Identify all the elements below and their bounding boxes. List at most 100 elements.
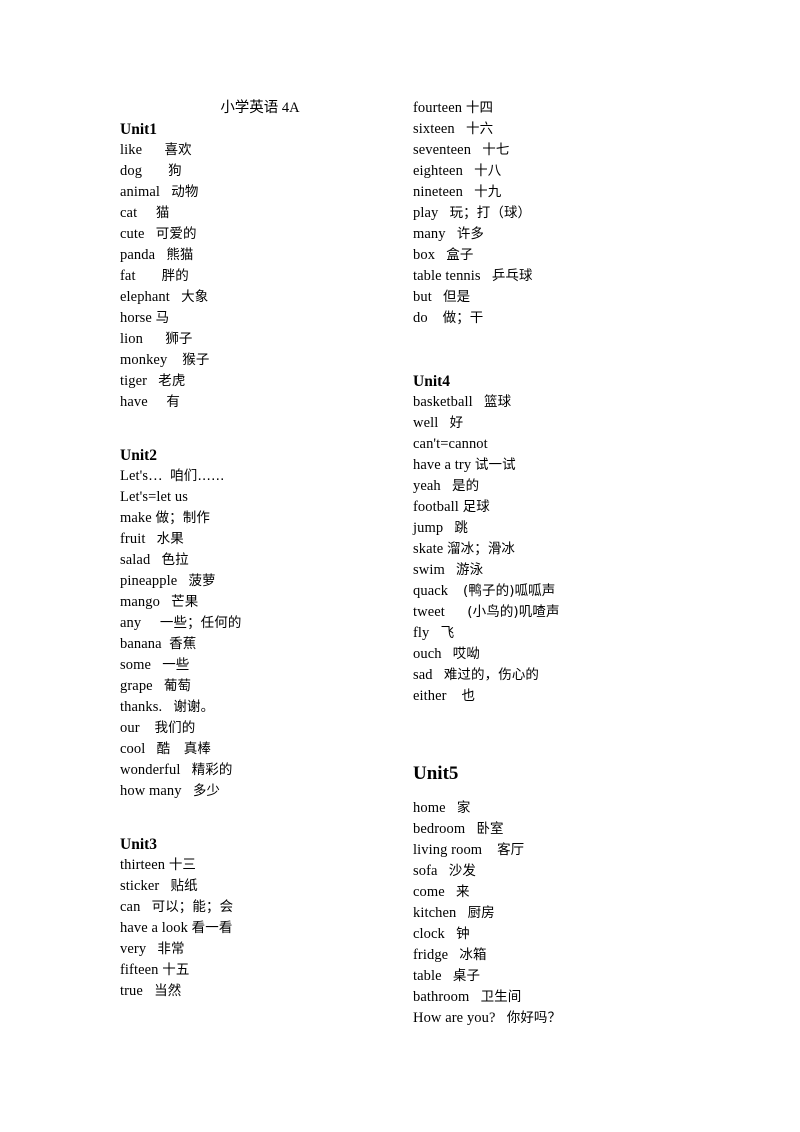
vocabulary-entry: thirteen 十三 (120, 855, 410, 876)
entry-gloss: 我们的 (154, 720, 196, 736)
entry-term: quack (413, 583, 449, 599)
vocabulary-entry: table tennis 乒乓球 (413, 266, 703, 287)
entry-separator (143, 329, 165, 350)
entry-term: eighteen (413, 163, 463, 179)
entry-term: sticker (120, 878, 160, 894)
vocabulary-entry: quack (鸭子的)呱呱声 (413, 581, 703, 602)
entry-gloss: 飞 (440, 625, 455, 641)
entry-gloss: 做；制作 (155, 510, 210, 526)
entry-gloss: 十七 (482, 142, 510, 158)
vocabulary-entry: fly 飞 (413, 623, 703, 644)
entry-term: home (413, 800, 446, 816)
entry-gloss: 试一试 (474, 457, 516, 473)
vocabulary-entry: cool 酷 真棒 (120, 739, 410, 760)
entry-gloss: 玩；打（球） (449, 205, 532, 221)
entry-gloss: 十五 (162, 962, 190, 978)
entry-gloss: 难过的，伤心的 (443, 667, 540, 683)
vocabulary-entry: salad 色拉 (120, 550, 410, 571)
entry-term: grape (120, 678, 153, 694)
entry-gloss: 多少 (192, 783, 221, 799)
entry-separator (448, 581, 463, 602)
entry-term: Let's=let us (120, 489, 188, 505)
vocabulary-entry: can't=cannot (413, 434, 703, 455)
vocabulary-entry: thanks. 谢谢。 (120, 697, 410, 718)
entry-separator (433, 665, 444, 686)
entry-gloss: 马 (155, 310, 170, 326)
entry-gloss: 来 (456, 884, 470, 900)
entry-separator (481, 266, 492, 287)
entry-term: cool (120, 741, 146, 757)
entry-gloss: 许多 (456, 226, 485, 242)
vocabulary-entry: like 喜欢 (120, 140, 410, 161)
entry-gloss: 咱们…… (170, 468, 225, 484)
vocabulary-entry: many 许多 (413, 224, 703, 245)
vocabulary-entry: basketball 篮球 (413, 392, 703, 413)
vocabulary-entry: monkey 猴子 (120, 350, 410, 371)
entry-separator (146, 939, 157, 960)
entry-term: basketball (413, 394, 473, 410)
vocabulary-entry: fruit 水果 (120, 529, 410, 550)
vocabulary-entry: seventeen 十七 (413, 140, 703, 161)
vocabulary-entry: dog 狗 (120, 161, 410, 182)
unit-heading-unit1: Unit1 (120, 121, 158, 138)
vocabulary-entry: box 盒子 (413, 245, 703, 266)
entry-term: tweet (413, 604, 445, 620)
entry-gloss: 可爱的 (155, 226, 197, 242)
vocabulary-entry: any 一些；任何的 (120, 613, 410, 634)
vocabulary-entry: fridge 冰箱 (413, 945, 703, 966)
entry-separator (429, 623, 440, 644)
entry-separator (446, 798, 457, 819)
entry-gloss: 十四 (465, 100, 494, 116)
line-spacer (413, 329, 703, 350)
entry-term: play (413, 205, 439, 221)
entry-term: horse (120, 310, 152, 326)
entry-separator (170, 287, 181, 308)
entry-separator (482, 840, 497, 861)
entry-gloss: 十三 (168, 857, 197, 873)
vocabulary-entry: very 非常 (120, 939, 410, 960)
column-left-content: Unit1 like 喜欢 dog 狗 animal 动物 cat 猫 cute 可爱的 p… (120, 98, 410, 1002)
entry-separator (432, 287, 443, 308)
vocabulary-entry: nineteen 十九 (413, 182, 703, 203)
line-spacer (413, 749, 703, 760)
entry-gloss: 冰箱 (459, 947, 487, 963)
vocabulary-entry: sofa 沙发 (413, 861, 703, 882)
vocabulary-entry: sad 难过的，伤心的 (413, 665, 703, 686)
entry-term: kitchen (413, 905, 457, 921)
vocabulary-entry: fat 胖的 (120, 266, 410, 287)
entry-term: very (120, 941, 147, 957)
entry-separator (456, 903, 467, 924)
vocabulary-entry: panda 熊猫 (120, 245, 410, 266)
entry-term: animal (120, 184, 161, 200)
vocabulary-entry: can 可以；能；会 (120, 897, 410, 918)
entry-gloss: 贴纸 (170, 878, 198, 894)
vocabulary-entry: well 好 (413, 413, 703, 434)
entry-separator (438, 203, 449, 224)
vocabulary-entry: tiger 老虎 (120, 371, 410, 392)
entry-separator (140, 718, 155, 739)
entry-term: cat (120, 205, 138, 221)
entry-gloss: 跳 (454, 520, 469, 536)
column-right-content: fourteen 十四 sixteen 十六 seventeen 十七 eightee… (413, 98, 703, 1029)
entry-term: true (120, 983, 143, 999)
entry-separator (442, 966, 453, 987)
entry-separator (142, 140, 164, 161)
entry-term: like (120, 142, 143, 158)
entry-gloss: 色拉 (161, 552, 189, 568)
entry-gloss: 狗 (168, 163, 182, 179)
entry-term: some (120, 657, 152, 673)
entry-separator (443, 518, 454, 539)
vocabulary-entry: true 当然 (120, 981, 410, 1002)
entry-gloss: 香蕉 (169, 636, 197, 652)
document-page: 小学英语 4A Unit1 like 喜欢 dog 狗 animal 动物 cat 猫c… (0, 0, 800, 1132)
entry-gloss: 十六 (465, 121, 494, 137)
entry-separator (155, 245, 166, 266)
entry-gloss: 十九 (474, 184, 502, 200)
entry-gloss: 猫 (155, 205, 170, 221)
entry-gloss: 卫生间 (480, 989, 522, 1005)
entry-term: lion (120, 331, 143, 347)
entry-separator (159, 876, 170, 897)
entry-separator (162, 697, 173, 718)
entry-separator (473, 392, 484, 413)
vocabulary-entry: have a try 试一试 (413, 455, 703, 476)
